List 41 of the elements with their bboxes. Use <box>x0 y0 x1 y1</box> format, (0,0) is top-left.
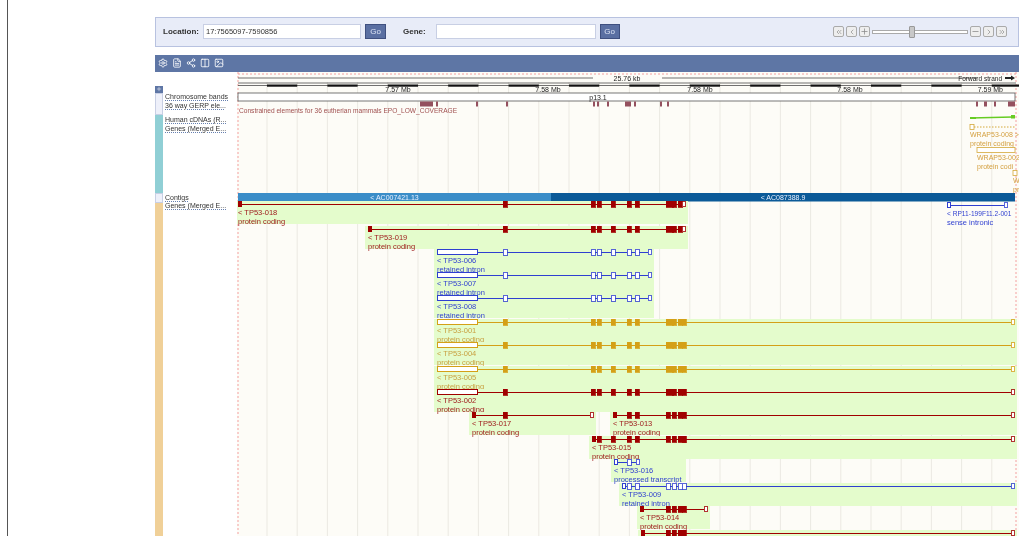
slider-thumb[interactable] <box>909 25 916 38</box>
plus-icon <box>860 27 869 37</box>
contig-bar[interactable] <box>551 192 1015 202</box>
jump-start-button[interactable] <box>833 26 844 38</box>
gene-model-drawing[interactable] <box>640 505 708 513</box>
gene-model-drawing[interactable] <box>437 388 1015 396</box>
gene-model-drawing[interactable] <box>437 271 652 279</box>
location-label: Location: <box>163 25 199 38</box>
gene-model-drawing[interactable] <box>238 200 686 208</box>
gene-field[interactable] <box>435 24 596 40</box>
resize-icon[interactable] <box>200 58 210 69</box>
contig-bar[interactable] <box>238 192 551 202</box>
cdna-alignment-drawing <box>969 114 1015 119</box>
gene-model-drawing[interactable] <box>613 411 1015 419</box>
image-icon[interactable] <box>214 58 224 69</box>
gene-model-drawing[interactable] <box>368 225 686 233</box>
gene-model-drawing[interactable] <box>437 294 652 302</box>
zoom-in-button[interactable] <box>859 26 870 38</box>
gene-model-drawing[interactable] <box>947 201 1008 208</box>
zoom-out-button[interactable] <box>970 26 981 38</box>
jump-end-button[interactable] <box>996 26 1007 38</box>
back-button[interactable] <box>846 26 857 38</box>
gene-model-drawing[interactable] <box>437 248 652 256</box>
double-chevron-left-icon <box>834 27 843 36</box>
gene-model-drawing[interactable] <box>622 482 1015 490</box>
double-chevron-right-icon <box>997 27 1006 36</box>
expand-button[interactable] <box>155 85 163 93</box>
settings-icon[interactable] <box>158 58 168 69</box>
gene-label: Gene: <box>403 25 426 38</box>
zoom-slider[interactable] <box>872 25 968 38</box>
document-icon[interactable] <box>172 58 182 69</box>
go-button[interactable]: Go <box>599 24 620 40</box>
go-button[interactable]: Go <box>365 24 386 40</box>
forward-button[interactable] <box>983 26 994 38</box>
strand-arrow-icon <box>1005 75 1015 81</box>
plus-icon <box>156 86 162 93</box>
gene-model-drawing[interactable] <box>592 435 1015 443</box>
chromosome-band[interactable] <box>237 92 1016 102</box>
gene-model-drawing[interactable] <box>472 411 594 419</box>
gene-model-drawing[interactable] <box>614 458 640 466</box>
share-icon[interactable] <box>186 58 196 69</box>
